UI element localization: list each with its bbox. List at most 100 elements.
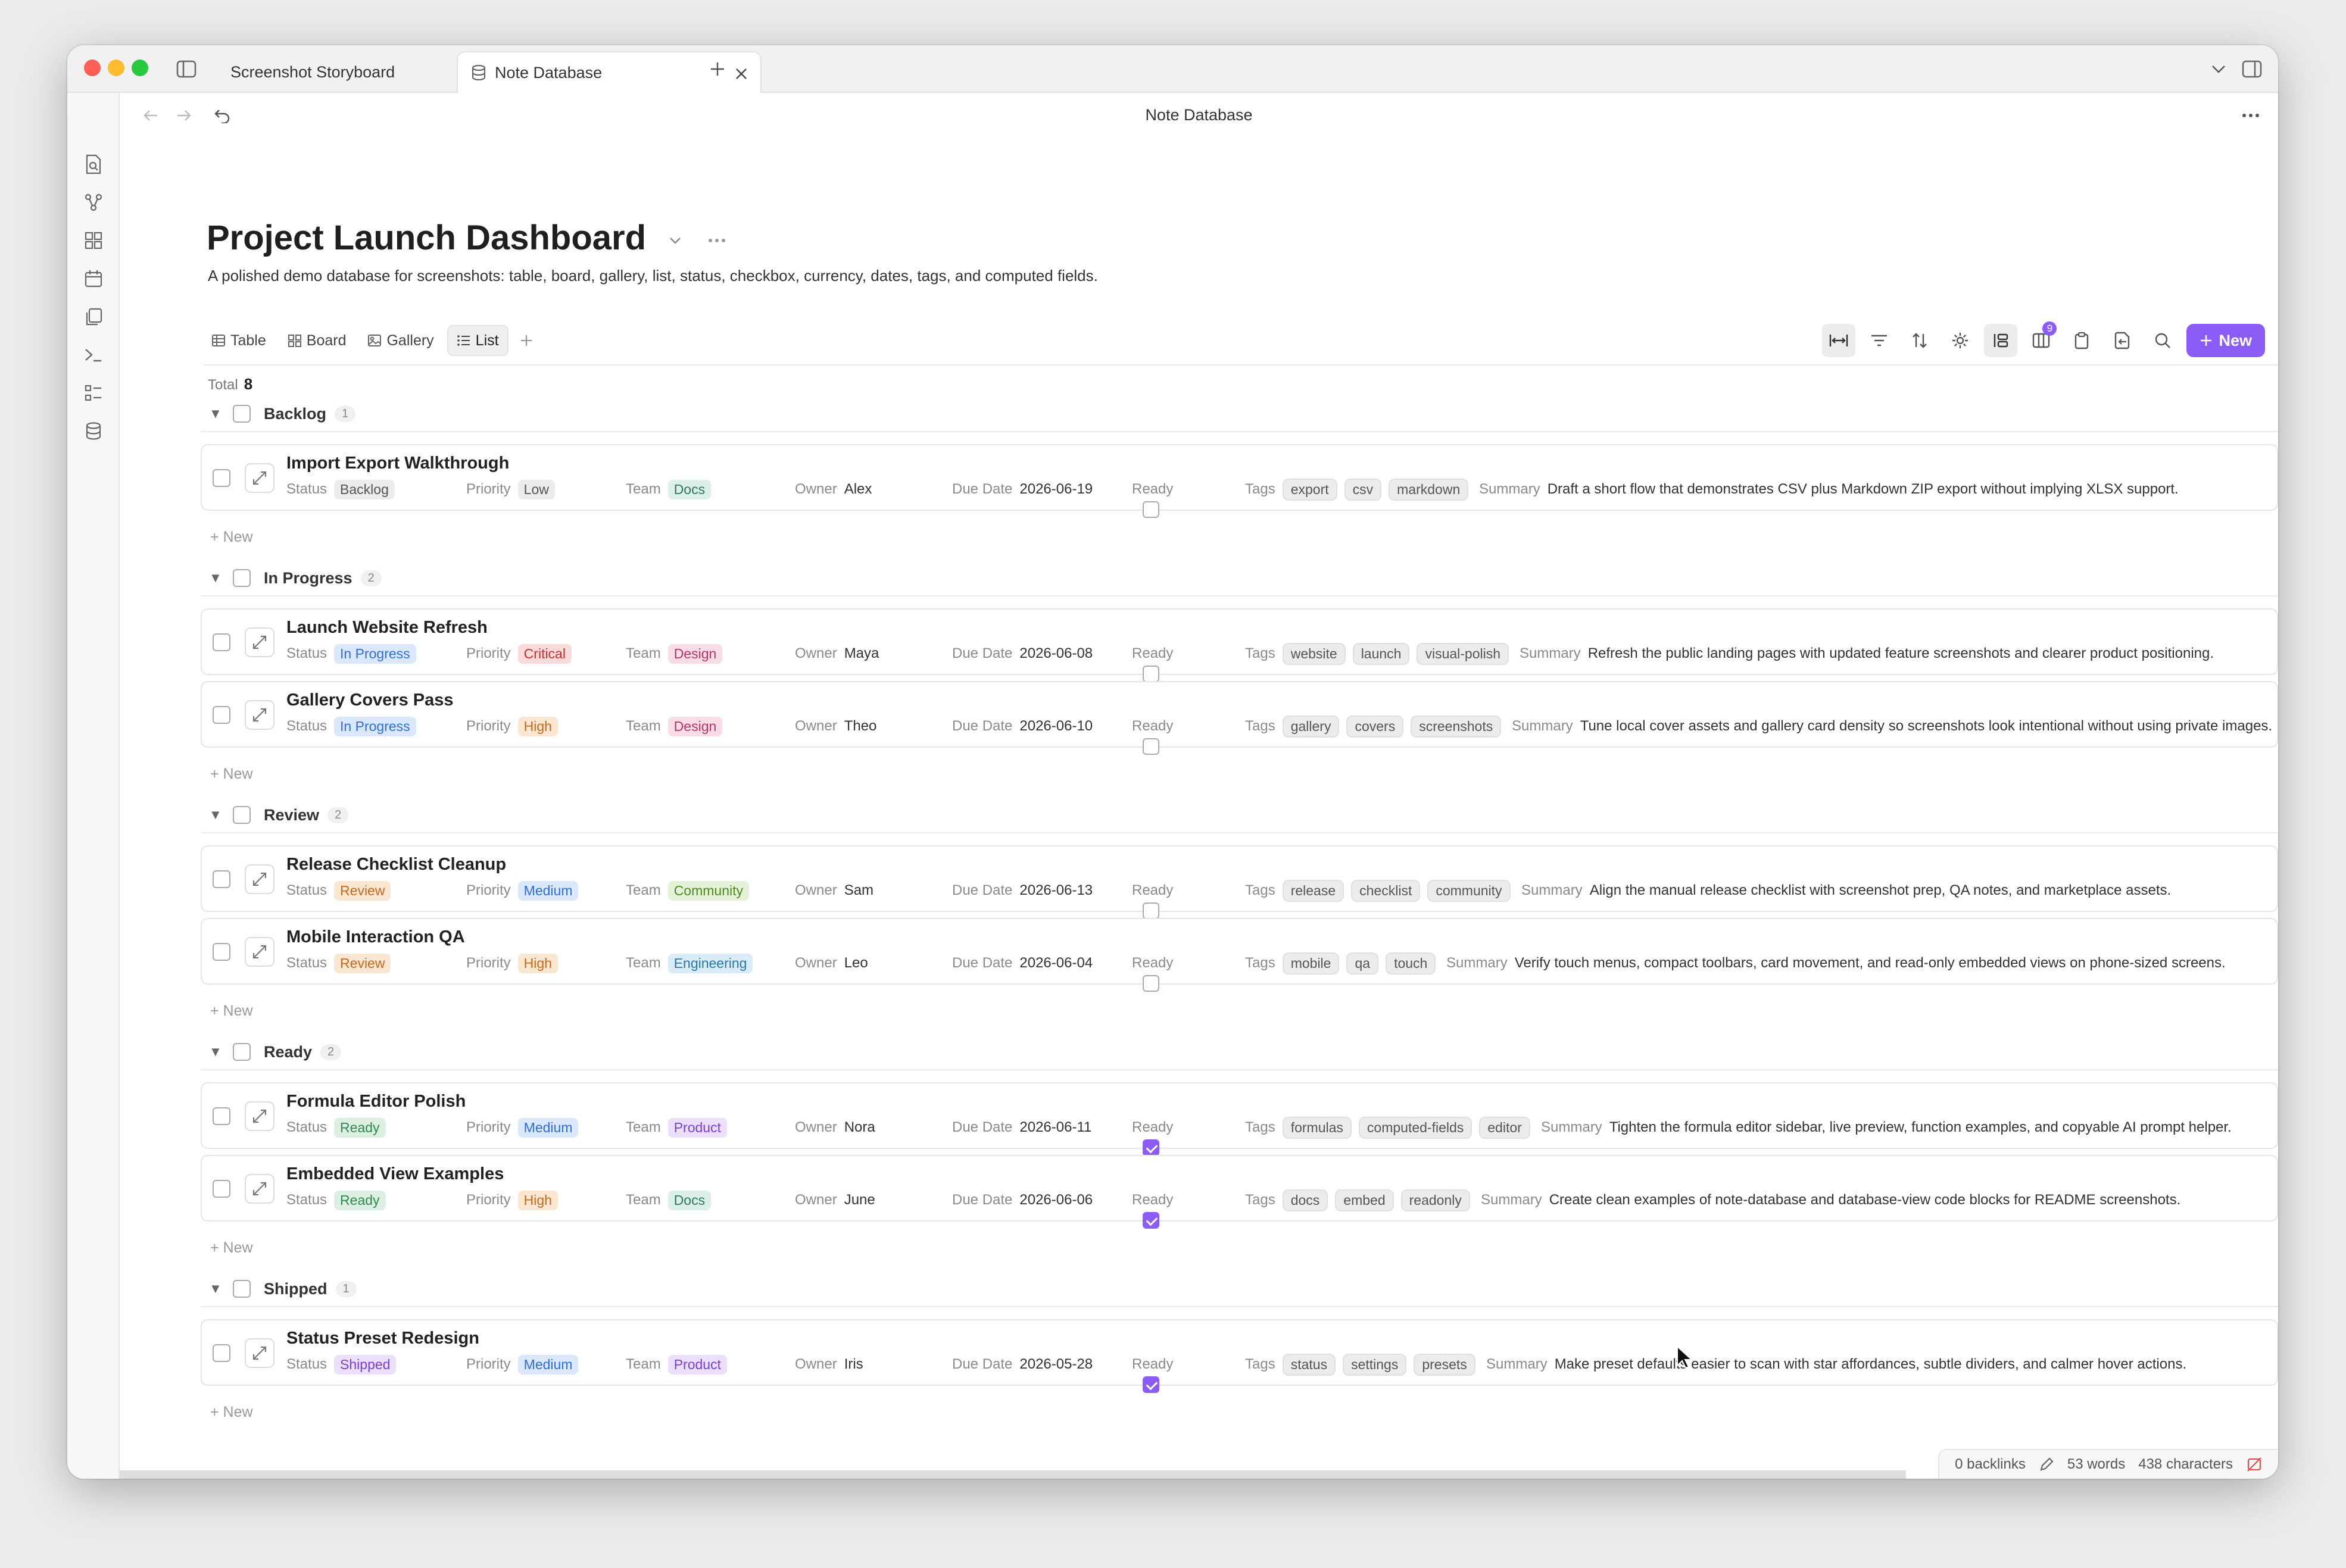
prop-status[interactable]: Status In Progress <box>286 714 416 738</box>
chevron-down-icon[interactable] <box>669 236 682 245</box>
copy-icon[interactable] <box>82 305 105 329</box>
prop-tags[interactable]: Tags website launch visual-polish <box>1245 642 1509 666</box>
filter-icon[interactable] <box>1863 324 1896 357</box>
entry-title[interactable]: Release Checklist Cleanup <box>286 855 506 874</box>
entry-title[interactable]: Import Export Walkthrough <box>286 454 509 473</box>
add-view-icon[interactable] <box>513 327 539 354</box>
backlinks-count[interactable]: 0 backlinks <box>1955 1456 2026 1473</box>
prop-status[interactable]: Status Backlog <box>286 477 395 501</box>
prop-team[interactable]: Team Design <box>626 714 723 738</box>
right-sidebar-toggle-icon[interactable] <box>2240 57 2264 81</box>
add-new-entry-button[interactable]: + New <box>201 1233 2278 1262</box>
prop-owner[interactable]: Owner Iris <box>795 1353 863 1376</box>
prop-team[interactable]: Team Design <box>626 642 723 666</box>
prop-tags[interactable]: Tags release checklist community <box>1245 879 1511 902</box>
prop-status[interactable]: Status Shipped <box>286 1353 397 1376</box>
title-more-icon[interactable] <box>708 238 726 243</box>
group-header[interactable]: ▼ In Progress 2 <box>201 561 2278 596</box>
prop-summary[interactable]: Summary Draft a short flow that demonstra… <box>1479 477 2179 501</box>
prop-summary[interactable]: Summary Make preset defaults easier to sc… <box>1486 1353 2186 1376</box>
more-options-icon[interactable] <box>2239 104 2263 127</box>
database-icon[interactable] <box>82 419 105 443</box>
collapse-triangle-icon[interactable]: ▼ <box>209 807 233 823</box>
entry-title[interactable]: Gallery Covers Pass <box>286 691 454 710</box>
close-tab-icon[interactable] <box>733 65 750 82</box>
prop-due[interactable]: Due Date 2026-06-06 <box>952 1188 1093 1212</box>
collapse-triangle-icon[interactable]: ▼ <box>209 1281 233 1297</box>
entry-title[interactable]: Formula Editor Polish <box>286 1092 466 1111</box>
list-item[interactable]: Mobile Interaction QA Status Review Priorit… <box>201 918 2278 992</box>
fit-width-button[interactable] <box>1822 324 1856 357</box>
open-entry-icon[interactable] <box>245 463 274 493</box>
chevron-down-icon[interactable] <box>2208 58 2229 80</box>
close-window-button[interactable] <box>84 60 101 76</box>
prop-tags[interactable]: Tags mobile qa touch <box>1245 951 1436 975</box>
add-new-entry-button[interactable]: + New <box>201 523 2278 551</box>
prop-owner[interactable]: Owner Nora <box>795 1116 875 1139</box>
tab-table[interactable]: Table <box>203 325 274 356</box>
row-select-checkbox[interactable] <box>213 706 230 724</box>
prop-status[interactable]: Status Review <box>286 879 391 902</box>
prop-owner[interactable]: Owner Theo <box>795 714 876 738</box>
open-entry-icon[interactable] <box>245 1101 274 1131</box>
list-item[interactable]: Release Checklist Cleanup Status Review Pri… <box>201 845 2278 919</box>
prop-owner[interactable]: Owner Sam <box>795 879 873 902</box>
new-tab-icon[interactable] <box>706 57 729 81</box>
prop-tags[interactable]: Tags export csv markdown <box>1245 477 1469 501</box>
ready-checkbox[interactable] <box>1143 501 1159 518</box>
entry-title[interactable]: Embedded View Examples <box>286 1164 504 1184</box>
settings-gear-icon[interactable] <box>1943 324 1977 357</box>
columns-icon[interactable]: 9 <box>2024 321 2058 357</box>
list-item[interactable]: Gallery Covers Pass Status In Progress Prio… <box>201 681 2278 755</box>
prop-priority[interactable]: Priority High <box>466 1188 558 1212</box>
sync-off-icon[interactable] <box>2246 1456 2263 1473</box>
checklist-icon[interactable] <box>82 381 105 405</box>
sidebar-toggle-icon[interactable] <box>174 57 198 81</box>
group-select-checkbox[interactable] <box>233 569 251 587</box>
canvas-icon[interactable] <box>82 229 105 252</box>
list-item[interactable]: Embedded View Examples Status Ready Priorit… <box>201 1155 2278 1229</box>
collapse-triangle-icon[interactable]: ▼ <box>209 570 233 586</box>
collapse-triangle-icon[interactable]: ▼ <box>209 406 233 421</box>
prop-due[interactable]: Due Date 2026-06-19 <box>952 477 1093 501</box>
ready-checkbox[interactable] <box>1143 975 1159 992</box>
ready-checkbox[interactable] <box>1143 902 1159 919</box>
clipboard-icon[interactable] <box>2065 324 2098 357</box>
prop-due[interactable]: Due Date 2026-05-28 <box>952 1353 1093 1376</box>
tab-list[interactable]: List <box>447 325 508 356</box>
group-header[interactable]: ▼ Backlog 1 <box>201 396 2278 432</box>
horizontal-scrollbar[interactable] <box>120 1470 1906 1479</box>
row-select-checkbox[interactable] <box>213 469 230 487</box>
group-select-checkbox[interactable] <box>233 806 251 824</box>
ready-checkbox[interactable] <box>1143 1212 1159 1229</box>
group-header[interactable]: ▼ Ready 2 <box>201 1035 2278 1070</box>
open-entry-icon[interactable] <box>245 937 274 967</box>
open-entry-icon[interactable] <box>245 700 274 730</box>
prop-due[interactable]: Due Date 2026-06-10 <box>952 714 1093 738</box>
prop-priority[interactable]: Priority Medium <box>466 1116 579 1139</box>
list-item[interactable]: Launch Website Refresh Status In Progress P… <box>201 608 2278 682</box>
prop-summary[interactable]: Summary Refresh the public landing pages … <box>1520 642 2214 666</box>
prop-team[interactable]: Team Engineering <box>626 951 753 975</box>
entry-title[interactable]: Launch Website Refresh <box>286 618 488 638</box>
prop-owner[interactable]: Owner Leo <box>795 951 868 975</box>
prop-priority[interactable]: Priority High <box>466 714 558 738</box>
tab-gallery[interactable]: Gallery <box>359 325 442 356</box>
page-title[interactable]: Project Launch Dashboard <box>207 218 726 258</box>
row-select-checkbox[interactable] <box>213 943 230 961</box>
open-entry-icon[interactable] <box>245 864 274 894</box>
list-item[interactable]: Formula Editor Polish Status Ready Priority… <box>201 1082 2278 1156</box>
prop-due[interactable]: Due Date 2026-06-11 <box>952 1116 1091 1139</box>
group-select-checkbox[interactable] <box>233 1043 251 1061</box>
prop-priority[interactable]: Priority High <box>466 951 558 975</box>
group-select-checkbox[interactable] <box>233 1280 251 1298</box>
group-header[interactable]: ▼ Review 2 <box>201 798 2278 833</box>
prop-status[interactable]: Status Ready <box>286 1188 386 1212</box>
list-item[interactable]: Status Preset Redesign Status Shipped Prior… <box>201 1319 2278 1393</box>
zoom-window-button[interactable] <box>132 60 148 76</box>
search-icon[interactable] <box>2146 324 2179 357</box>
row-select-checkbox[interactable] <box>213 1180 230 1198</box>
prop-tags[interactable]: Tags gallery covers screenshots <box>1245 714 1502 738</box>
row-select-checkbox[interactable] <box>213 1107 230 1125</box>
prop-status[interactable]: Status Review <box>286 951 391 975</box>
